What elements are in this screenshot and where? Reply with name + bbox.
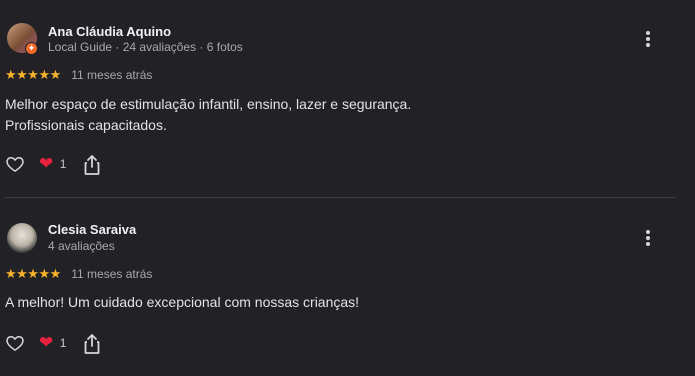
reaction-count: 1 bbox=[59, 336, 67, 350]
local-guide-badge-icon: ✦ bbox=[25, 42, 38, 55]
heart-filled-icon: ❤ bbox=[39, 333, 54, 352]
reaction-count: 1 bbox=[59, 157, 67, 171]
review-text-line: A melhor! Um cuidado excepcional com nos… bbox=[5, 294, 360, 310]
review-date: 11 meses atrás bbox=[71, 67, 153, 82]
avatar[interactable] bbox=[7, 223, 37, 253]
reviewer-name[interactable]: Ana Cláudia Aquino bbox=[48, 24, 171, 39]
star-rating: ★★★★★ bbox=[5, 66, 61, 82]
rating-row: ★★★★★ 11 meses atrás bbox=[5, 265, 153, 281]
heart-outline-icon[interactable] bbox=[5, 154, 25, 174]
reviewer-meta: Local Guide · 24 avaliações · 6 fotos bbox=[48, 40, 243, 54]
review-date: 11 meses atrás bbox=[71, 266, 153, 281]
more-vert-icon[interactable] bbox=[638, 29, 658, 49]
review-text: A melhor! Um cuidado excepcional com nos… bbox=[5, 292, 665, 313]
heart-filled-icon: ❤ bbox=[39, 154, 54, 173]
rating-row: ★★★★★ 11 meses atrás bbox=[5, 66, 153, 82]
review-divider bbox=[5, 197, 676, 198]
reviewer-meta: 4 avaliações bbox=[48, 239, 115, 253]
review-text-line: Melhor espaço de estimulação infantil, e… bbox=[5, 96, 412, 112]
share-icon[interactable] bbox=[83, 154, 101, 176]
star-rating: ★★★★★ bbox=[5, 265, 61, 281]
review-text-line: Profissionais capacitados. bbox=[5, 117, 167, 133]
heart-outline-icon[interactable] bbox=[5, 333, 25, 353]
reaction-button[interactable]: ❤ 1 bbox=[39, 333, 66, 353]
reviewer-name[interactable]: Clesia Saraiva bbox=[48, 222, 136, 237]
share-icon[interactable] bbox=[83, 333, 101, 355]
reaction-button[interactable]: ❤ 1 bbox=[39, 154, 66, 174]
more-vert-icon[interactable] bbox=[638, 228, 658, 248]
review-text: Melhor espaço de estimulação infantil, e… bbox=[5, 94, 665, 136]
